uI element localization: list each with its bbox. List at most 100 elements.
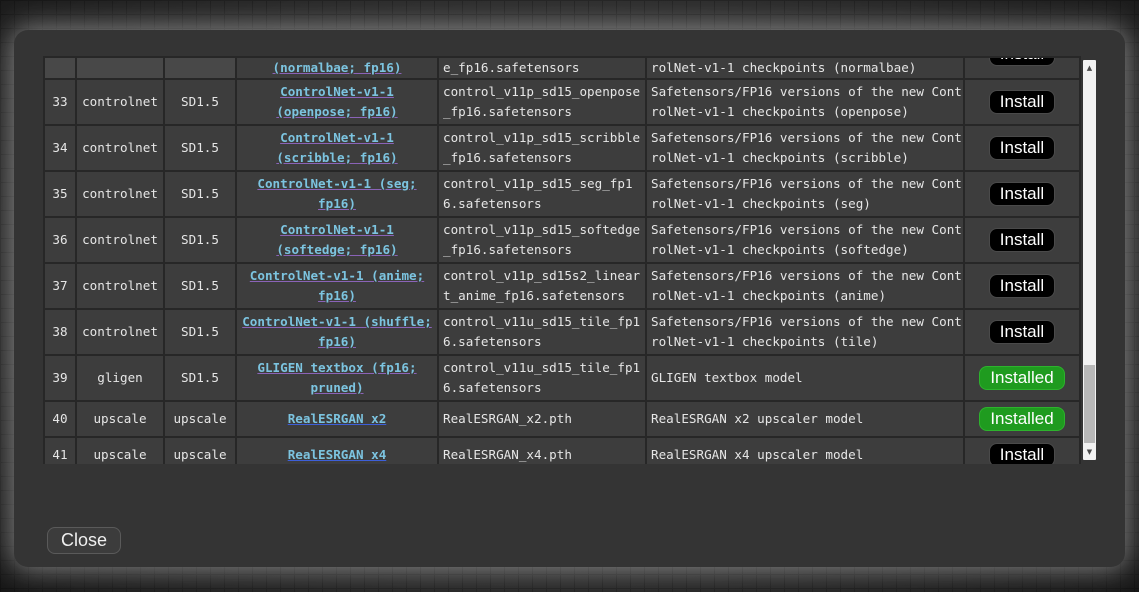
install-button[interactable]: Install [989,443,1055,464]
model-type-cell: controlnet [77,310,163,354]
model-id-cell: 36 [45,218,75,262]
model-link[interactable]: ControlNet-v1-1 (anime; fp16) [237,266,437,306]
model-action-cell: Install [965,218,1079,262]
model-type-cell: controlnet [77,264,163,308]
model-base-cell: SD1.5 [165,310,235,354]
model-filename-cell: control_v11u_sd15_tile_fp16.safetensors [439,356,645,400]
install-button[interactable]: Install [989,228,1055,252]
table-row: 35 controlnet SD1.5 ControlNet-v1-1 (seg… [45,172,1079,216]
model-action-cell: Installed [965,402,1079,436]
install-button[interactable]: Install [989,274,1055,298]
scrollbar-thumb[interactable] [1084,365,1095,443]
model-name-cell: RealESRGAN x4 [237,438,437,464]
model-link[interactable]: GLIGEN textbox (fp16; pruned) [237,358,437,398]
install-button[interactable]: Install [989,58,1055,66]
model-name-cell: (normalbae; fp16) [237,58,437,78]
table-row: 33 controlnet SD1.5 ControlNet-v1-1 (ope… [45,80,1079,124]
model-link[interactable]: ControlNet-v1-1 (seg; fp16) [237,174,437,214]
model-link[interactable]: ControlNet-v1-1 (scribble; fp16) [237,128,437,168]
model-filename-cell: RealESRGAN_x4.pth [439,438,645,464]
model-link[interactable]: ControlNet-v1-1 (softedge; fp16) [237,220,437,260]
model-description-cell: Safetensors/FP16 versions of the new Con… [647,218,963,262]
model-action-cell: Install [965,438,1079,464]
model-description-cell: RealESRGAN x2 upscaler model [647,402,963,436]
model-filename-cell: control_v11p_sd15_seg_fp16.safetensors [439,172,645,216]
model-base-cell: SD1.5 [165,218,235,262]
model-type-cell [77,58,163,78]
install-button[interactable]: Install [989,320,1055,344]
model-filename-cell: RealESRGAN_x2.pth [439,402,645,436]
close-button[interactable]: Close [47,527,121,554]
model-filename-cell: control_v11p_sd15s2_lineart_anime_fp16.s… [439,264,645,308]
model-filename-cell: e_fp16.safetensors [439,58,645,78]
model-name-cell: ControlNet-v1-1 (scribble; fp16) [237,126,437,170]
model-id-cell: 37 [45,264,75,308]
install-button[interactable]: Install [989,136,1055,160]
model-description-cell: GLIGEN textbox model [647,356,963,400]
table-row: 40 upscale upscale RealESRGAN x2 RealESR… [45,402,1079,436]
table-scrollbar[interactable]: ▲ ▼ [1083,60,1096,460]
install-button[interactable]: Install [989,182,1055,206]
model-name-cell: ControlNet-v1-1 (openpose; fp16) [237,80,437,124]
model-id-cell: 39 [45,356,75,400]
model-type-cell: controlnet [77,80,163,124]
table-row: (normalbae; fp16) e_fp16.safetensors rol… [45,58,1079,78]
model-base-cell [165,58,235,78]
model-type-cell: controlnet [77,218,163,262]
install-button[interactable]: Installed [979,366,1064,390]
model-description-cell: rolNet-v1-1 checkpoints (normalbae) [647,58,963,78]
model-action-cell: Install [965,310,1079,354]
model-id-cell [45,58,75,78]
model-base-cell: upscale [165,402,235,436]
model-action-cell: Install [965,264,1079,308]
model-id-cell: 38 [45,310,75,354]
model-action-cell: Install [965,80,1079,124]
model-filename-cell: control_v11p_sd15_scribble_fp16.safetens… [439,126,645,170]
model-link[interactable]: ControlNet-v1-1 (shuffle; fp16) [237,312,437,352]
model-link[interactable]: RealESRGAN x4 [284,445,391,464]
model-type-cell: gligen [77,356,163,400]
scroll-down-icon[interactable]: ▼ [1083,447,1096,457]
model-action-cell: Install [965,126,1079,170]
model-filename-cell: control_v11p_sd15_softedge_fp16.safetens… [439,218,645,262]
model-filename-cell: control_v11u_sd15_tile_fp16.safetensors [439,310,645,354]
model-name-cell: ControlNet-v1-1 (shuffle; fp16) [237,310,437,354]
model-description-cell: Safetensors/FP16 versions of the new Con… [647,310,963,354]
table-row: 41 upscale upscale RealESRGAN x4 RealESR… [45,438,1079,464]
scroll-up-icon[interactable]: ▲ [1083,63,1096,73]
model-base-cell: SD1.5 [165,172,235,216]
model-name-cell: ControlNet-v1-1 (anime; fp16) [237,264,437,308]
model-type-cell: controlnet [77,172,163,216]
model-description-cell: Safetensors/FP16 versions of the new Con… [647,80,963,124]
model-action-cell: Install [965,58,1079,78]
install-button[interactable]: Installed [979,407,1064,431]
model-type-cell: upscale [77,438,163,464]
model-name-cell: ControlNet-v1-1 (softedge; fp16) [237,218,437,262]
model-base-cell: SD1.5 [165,126,235,170]
model-id-cell: 41 [45,438,75,464]
table-row: 36 controlnet SD1.5 ControlNet-v1-1 (sof… [45,218,1079,262]
table-row: 34 controlnet SD1.5 ControlNet-v1-1 (scr… [45,126,1079,170]
install-button[interactable]: Install [989,90,1055,114]
model-filename-cell: control_v11p_sd15_openpose_fp16.safetens… [439,80,645,124]
model-link[interactable]: (normalbae; fp16) [269,58,406,78]
model-base-cell: SD1.5 [165,80,235,124]
model-link[interactable]: ControlNet-v1-1 (openpose; fp16) [237,82,437,122]
model-action-cell: Installed [965,356,1079,400]
model-id-cell: 40 [45,402,75,436]
model-id-cell: 33 [45,80,75,124]
model-description-cell: Safetensors/FP16 versions of the new Con… [647,264,963,308]
model-base-cell: SD1.5 [165,264,235,308]
model-link[interactable]: RealESRGAN x2 [284,409,391,429]
model-name-cell: ControlNet-v1-1 (seg; fp16) [237,172,437,216]
model-description-cell: Safetensors/FP16 versions of the new Con… [647,126,963,170]
model-base-cell: upscale [165,438,235,464]
model-type-cell: upscale [77,402,163,436]
model-id-cell: 35 [45,172,75,216]
model-table: (normalbae; fp16) e_fp16.safetensors rol… [43,56,1081,464]
model-action-cell: Install [965,172,1079,216]
model-id-cell: 34 [45,126,75,170]
model-description-cell: Safetensors/FP16 versions of the new Con… [647,172,963,216]
model-base-cell: SD1.5 [165,356,235,400]
model-name-cell: RealESRGAN x2 [237,402,437,436]
